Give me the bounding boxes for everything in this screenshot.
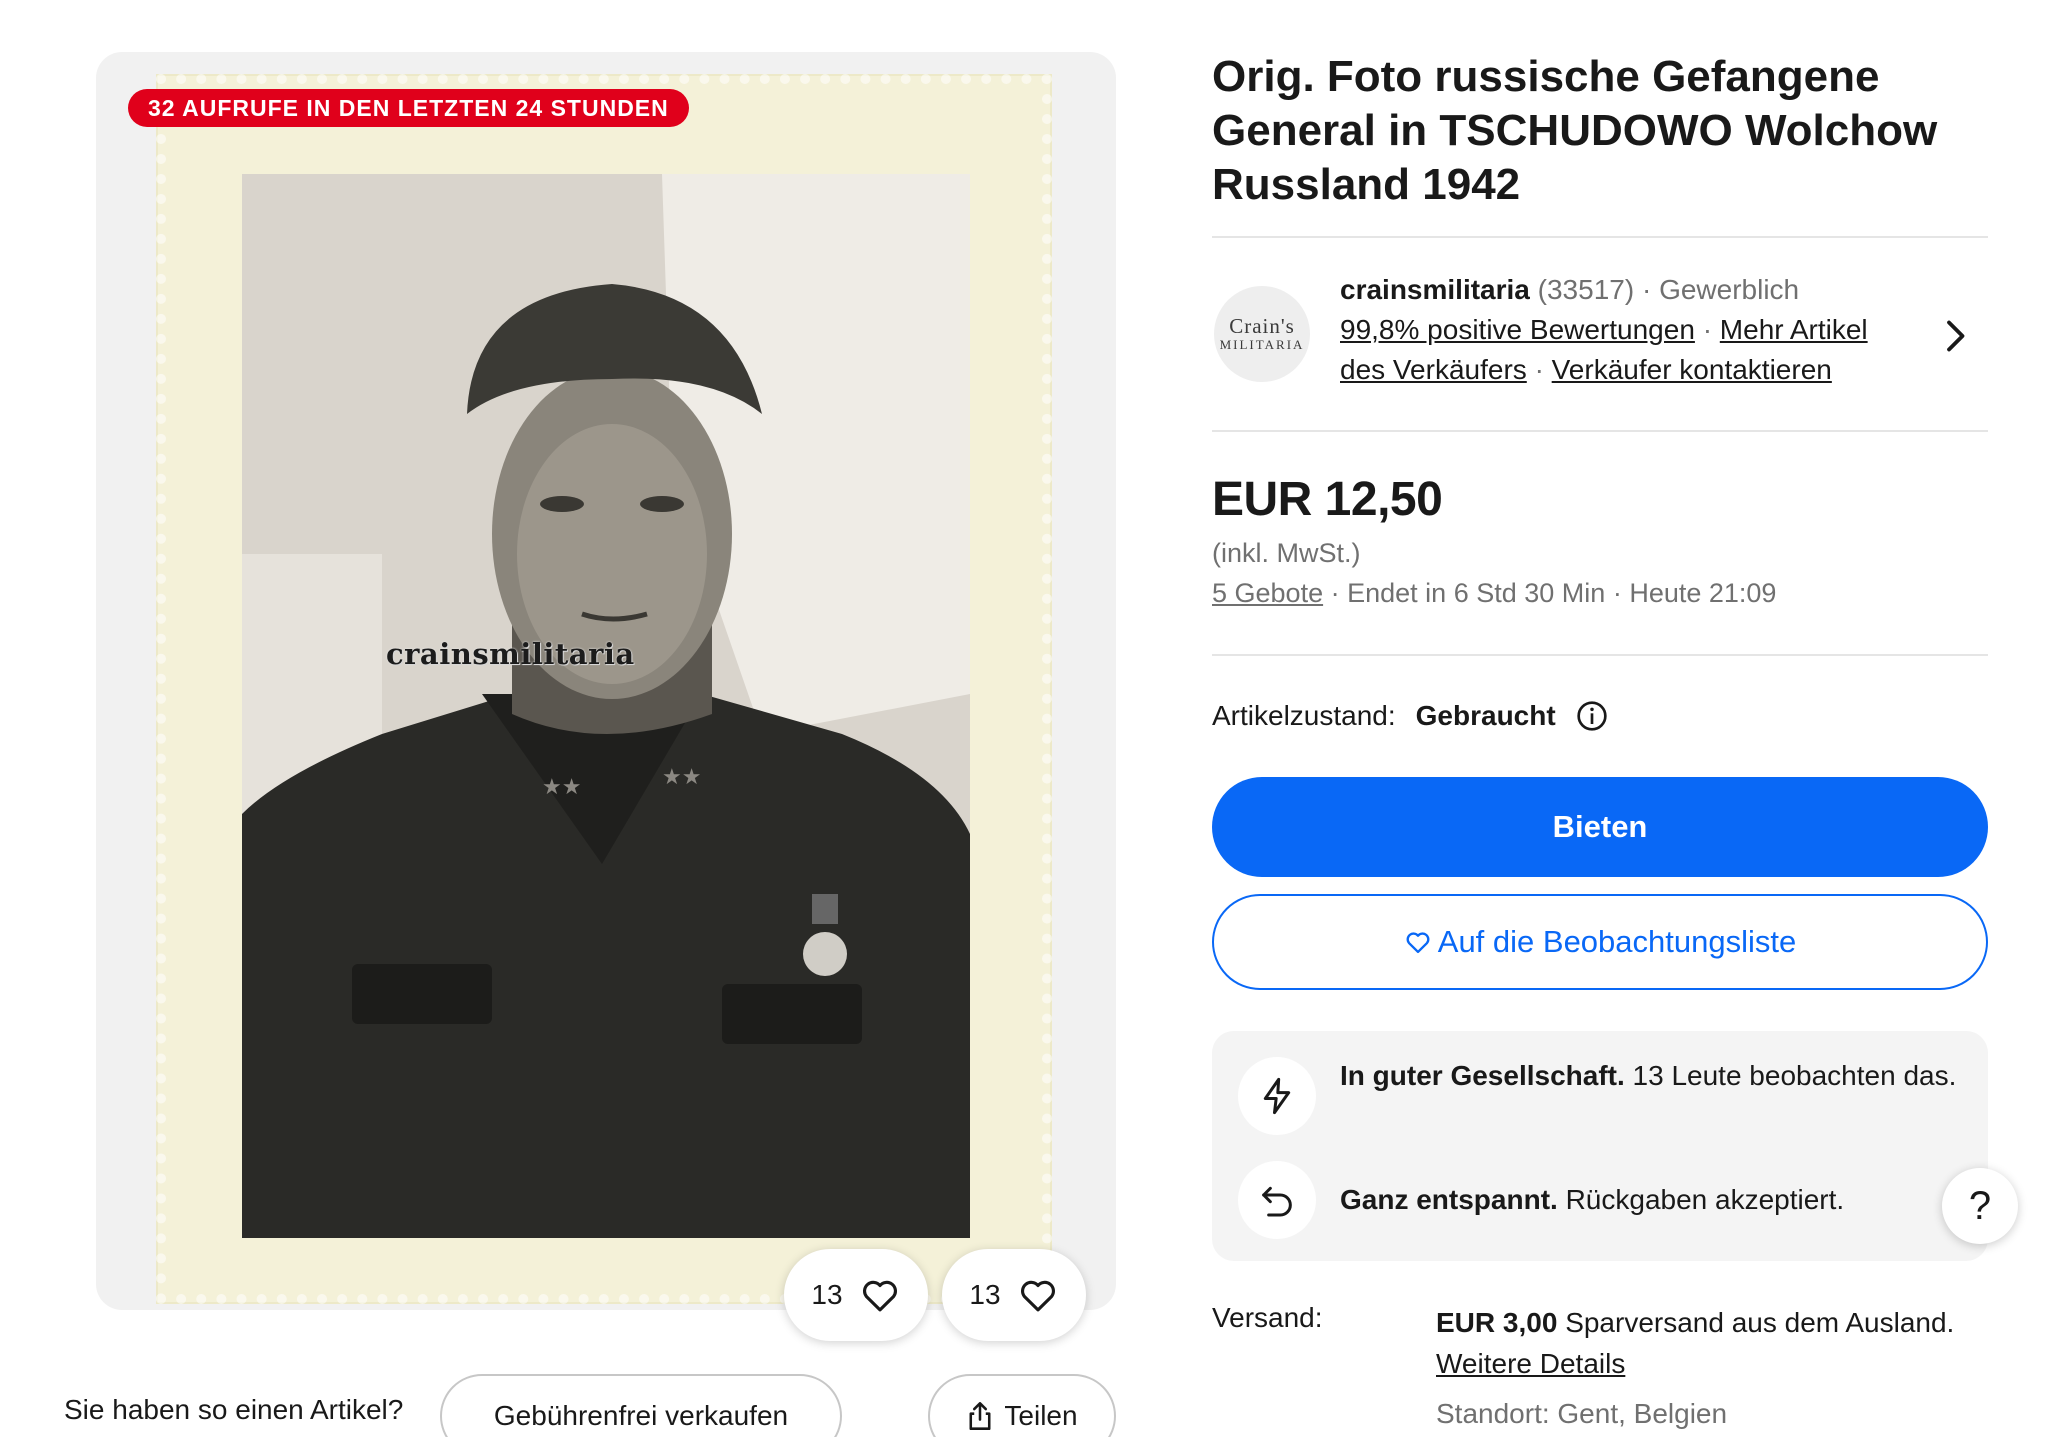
heart-icon (1406, 932, 1430, 954)
watchers-signal-text: 13 Leute beobachten das. (1632, 1060, 1957, 1091)
bid-button[interactable]: Bieten (1212, 777, 1988, 877)
item-location: Standort: Gent, Belgien (1436, 1398, 1728, 1429)
condition-label: Artikelzustand: (1212, 700, 1396, 731)
image-gallery[interactable]: ★★ ★★ crainsmilitaria 32 AUFRUFE IN DEN … (96, 52, 1116, 1310)
positive-feedback-link[interactable]: 99,8% positive Bewertungen (1340, 314, 1695, 345)
watch-count-button[interactable]: 13 (784, 1249, 928, 1341)
current-price: EUR 12,50 (1212, 473, 1443, 526)
watch-count: 13 (811, 1279, 843, 1310)
seller-logo-line1: Crain's (1229, 314, 1295, 338)
photo-print: ★★ ★★ (242, 174, 970, 1238)
watch-count: 13 (969, 1279, 1001, 1310)
seller-feedback-count: (33517) (1537, 274, 1635, 305)
heart-icon (862, 1280, 897, 1312)
shipping-cost: EUR 3,00 (1436, 1307, 1558, 1338)
returns-signal-title: Ganz entspannt. (1340, 1184, 1558, 1215)
separator: · (1702, 314, 1713, 345)
help-button[interactable]: ? (1942, 1168, 2018, 1244)
separator: · (1612, 578, 1622, 608)
condition-value: Gebraucht (1415, 700, 1556, 731)
shipping-label: Versand: (1212, 1302, 1323, 1333)
seller-logo-line2: MILITARIA (1219, 337, 1305, 352)
lightning-icon-badge (1238, 1057, 1316, 1135)
returns-signal: Ganz entspannt. Rückgaben akzeptiert. (1340, 1179, 1960, 1220)
divider (1212, 654, 1988, 656)
bids-line: 5 Gebote · Endet in 6 Std 30 Min · Heute… (1212, 578, 1776, 609)
share-button[interactable]: Teilen (928, 1374, 1116, 1437)
info-icon[interactable] (1576, 700, 1608, 732)
shipping-value: EUR 3,00 Sparversand aus dem Ausland. We… (1436, 1302, 1956, 1384)
photo-illustration: ★★ ★★ (242, 174, 970, 1238)
svg-text:★★: ★★ (542, 775, 581, 800)
seller-name-link[interactable]: crainsmilitaria (1340, 274, 1530, 305)
sell-free-label: Gebührenfrei verkaufen (493, 1400, 789, 1431)
divider (1212, 236, 1988, 238)
watchers-signal: In guter Gesellschaft. 13 Leute beobacht… (1340, 1055, 1960, 1096)
trust-signals: In guter Gesellschaft. 13 Leute beobacht… (1212, 1031, 1988, 1261)
sell-prompt: Sie haben so einen Artikel? (64, 1394, 404, 1425)
seller-logo[interactable]: Crain's MILITARIA (1214, 286, 1310, 382)
svg-text:★★: ★★ (662, 765, 701, 790)
chevron-right-icon[interactable] (1940, 318, 1970, 354)
seller-type: Gewerblich (1659, 274, 1800, 305)
divider (1212, 430, 1988, 432)
item-condition: Artikelzustand: Gebraucht (1212, 700, 1608, 732)
seller-card: crainsmilitaria (33517) · Gewerblich 99,… (1340, 270, 1920, 390)
separator: · (1330, 578, 1340, 608)
vat-note: (inkl. MwSt.) (1212, 538, 1361, 568)
shipping-method: Sparversand aus dem Ausland. (1565, 1307, 1955, 1338)
heart-icon (1020, 1280, 1055, 1312)
shipping-details-link[interactable]: Weitere Details (1436, 1348, 1625, 1379)
add-to-watchlist-button[interactable]: Auf die Beobachtungsliste (1212, 894, 1988, 990)
lightning-icon (1263, 1077, 1291, 1115)
sell-free-button[interactable]: Gebührenfrei verkaufen (440, 1374, 842, 1437)
time-left: Endet in 6 Std 30 Min (1347, 578, 1606, 608)
photo-watermark: crainsmilitaria (386, 637, 635, 671)
separator: · (1534, 354, 1544, 385)
end-time: Heute 21:09 (1629, 578, 1777, 608)
watchlist-label: Auf die Beobachtungsliste (1437, 924, 1797, 959)
separator: · (1641, 274, 1652, 305)
share-icon (969, 1402, 991, 1430)
listing-title: Orig. Foto russische Gefangene General i… (1212, 52, 1938, 209)
contact-seller-link[interactable]: Verkäufer kontaktieren (1552, 354, 1832, 385)
bids-link[interactable]: 5 Gebote (1212, 578, 1323, 608)
listing-photo[interactable]: ★★ ★★ crainsmilitaria (156, 74, 1052, 1304)
share-label: Teilen (1004, 1400, 1078, 1431)
watch-count-button[interactable]: 13 (942, 1249, 1086, 1341)
views-badge: 32 AUFRUFE IN DEN LETZTEN 24 STUNDEN (128, 89, 689, 127)
return-arrow-icon (1262, 1186, 1292, 1217)
watchers-signal-title: In guter Gesellschaft. (1340, 1060, 1625, 1091)
return-icon-badge (1238, 1161, 1316, 1239)
returns-signal-text: Rückgaben akzeptiert. (1565, 1184, 1845, 1215)
